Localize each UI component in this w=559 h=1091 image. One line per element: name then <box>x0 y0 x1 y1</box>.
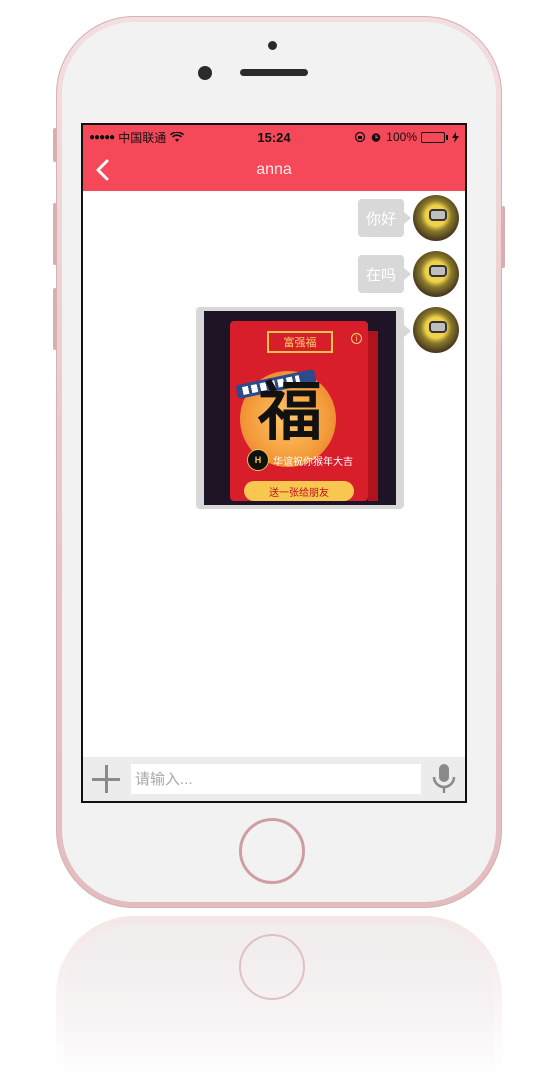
earpiece-speaker <box>240 69 308 76</box>
message-bubble-wrap: 在吗 <box>357 255 411 293</box>
alarm-icon <box>371 133 381 142</box>
blessing-text: 华谊祝你猴年大吉 <box>273 456 353 468</box>
bubble-tail <box>404 268 411 280</box>
signal-strength: ●●●●● <box>89 131 115 143</box>
fu-character: 福 <box>258 375 322 450</box>
status-left: ●●●●● 中国联通 <box>89 129 185 146</box>
battery-icon <box>421 131 448 143</box>
message-row: 富强福 i 福 H 华谊祝你猴年大吉 送一张给朋友 <box>196 307 459 509</box>
battery-percent: 100% <box>386 130 417 144</box>
status-time: 15:24 <box>257 129 291 145</box>
red-envelope-card[interactable]: 富强福 i 福 H 华谊祝你猴年大吉 送一张给朋友 <box>204 311 396 505</box>
brand-logo: H <box>247 449 269 471</box>
home-button[interactable] <box>239 818 305 884</box>
plus-icon[interactable] <box>89 762 123 796</box>
red-envelope: 富强福 i 福 H 华谊祝你猴年大吉 送一张给朋友 <box>230 321 368 501</box>
microphone-icon[interactable] <box>429 762 459 796</box>
bubble-tail <box>404 212 411 224</box>
info-icon[interactable]: i <box>351 333 362 344</box>
message-bubble[interactable]: 你好 <box>357 199 404 237</box>
phone-screen: ●●●●● 中国联通 15:24 100% anna 你好 在吗 富强福 i 福… <box>81 123 467 803</box>
message-row: 在吗 <box>357 251 459 297</box>
front-camera <box>198 66 212 80</box>
lock-rotation-icon <box>355 131 366 143</box>
message-bubble[interactable]: 在吗 <box>357 255 404 293</box>
status-right: 100% <box>354 130 459 144</box>
navigation-bar: anna <box>83 149 465 191</box>
mute-switch <box>53 128 57 162</box>
proximity-sensor <box>268 41 277 50</box>
avatar[interactable] <box>413 195 459 241</box>
back-chevron-icon[interactable] <box>91 157 115 183</box>
wifi-icon <box>170 131 185 142</box>
chat-title: anna <box>256 161 292 178</box>
input-bar <box>83 757 465 801</box>
avatar[interactable] <box>413 251 459 297</box>
card-blessing: H 华谊祝你猴年大吉 <box>247 449 353 471</box>
bubble-tail <box>404 325 411 337</box>
status-bar: ●●●●● 中国联通 15:24 100% <box>83 125 465 149</box>
volume-down-button <box>53 288 57 350</box>
message-bubble-wrap: 富强福 i 福 H 华谊祝你猴年大吉 送一张给朋友 <box>196 307 411 509</box>
charging-icon <box>452 131 459 143</box>
phone-reflection <box>56 916 502 1091</box>
message-bubble-wrap: 你好 <box>357 199 411 237</box>
card-badge: 富强福 <box>267 331 333 353</box>
volume-up-button <box>53 203 57 265</box>
share-button[interactable]: 送一张给朋友 <box>244 481 354 501</box>
carrier-name: 中国联通 <box>118 130 167 145</box>
avatar[interactable] <box>413 307 459 353</box>
message-row: 你好 <box>357 195 459 241</box>
red-envelope-bubble[interactable]: 富强福 i 福 H 华谊祝你猴年大吉 送一张给朋友 <box>196 307 404 509</box>
envelope-edge <box>368 331 378 501</box>
power-button <box>501 206 505 268</box>
reflection-home-button <box>239 934 305 1000</box>
chat-area[interactable]: 你好 在吗 富强福 i 福 H 华谊祝你猴年大吉 送一张给朋友 <box>83 191 465 757</box>
message-input[interactable] <box>131 764 421 794</box>
